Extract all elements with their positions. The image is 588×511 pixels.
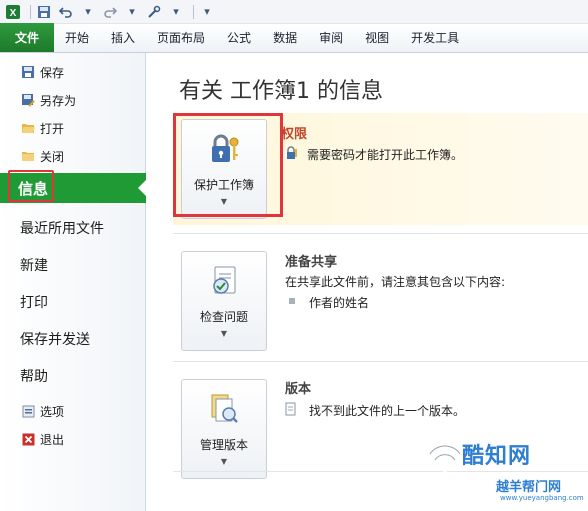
customize-icon[interactable] (145, 3, 163, 21)
versions-desc: 找不到此文件的上一个版本。 (309, 404, 466, 418)
tab-page-layout[interactable]: 页面布局 (146, 23, 216, 52)
watermark-url: www.yueyangbang.com (500, 494, 584, 502)
tab-insert[interactable]: 插入 (100, 23, 146, 52)
redo-dropdown-icon[interactable]: ▾ (123, 3, 141, 21)
nav-recent[interactable]: 最近所用文件 (0, 213, 146, 243)
save-icon (20, 64, 36, 80)
watermark: 酷知网 越羊帮门网 www.yueyangbang.com (410, 430, 588, 511)
nav-exit[interactable]: 退出 (0, 428, 146, 450)
tab-developer[interactable]: 开发工具 (400, 23, 470, 52)
nav-open[interactable]: 打开 (0, 117, 146, 139)
nav-open-label: 打开 (40, 121, 65, 136)
nav-options[interactable]: 选项 (0, 400, 146, 422)
undo-dropdown-icon[interactable]: ▾ (79, 3, 97, 21)
excel-icon: X (4, 3, 22, 21)
tab-view[interactable]: 视图 (354, 23, 400, 52)
inspect-document-icon (207, 264, 241, 298)
share-title: 准备共享 (285, 255, 338, 270)
page-title: 有关 工作簿1 的信息 (179, 79, 383, 104)
section-divider (173, 361, 588, 362)
nav-save[interactable]: 保存 (0, 61, 146, 83)
nav-help[interactable]: 帮助 (0, 361, 146, 391)
quick-access-toolbar: X ▾ ▾ ▾ ▾ (0, 0, 588, 24)
info-highlight-box (8, 170, 54, 202)
nav-save-send[interactable]: 保存并发送 (0, 324, 146, 354)
tab-file[interactable]: 文件 (0, 23, 54, 52)
nav-save-as[interactable]: 另存为 (0, 89, 146, 111)
section-divider (173, 233, 588, 234)
nav-new[interactable]: 新建 (0, 250, 146, 280)
share-desc: 在共享此文件前，请注意其包含以下内容: (285, 275, 506, 289)
nav-save-as-label: 另存为 (40, 93, 77, 108)
nav-exit-label: 退出 (40, 432, 65, 447)
versions-title: 版本 (285, 382, 312, 397)
check-issues-label: 检查问题 (199, 310, 248, 324)
share-bullet: 作者的姓名 (309, 296, 370, 310)
nav-options-label: 选项 (40, 404, 65, 419)
nav-close[interactable]: 关闭 (0, 145, 146, 167)
toolbar-separator (30, 4, 31, 19)
tab-review[interactable]: 审阅 (308, 23, 354, 52)
protect-highlight-box (173, 113, 283, 217)
permissions-desc: 需要密码才能打开此工作簿。 (307, 148, 464, 162)
close-folder-icon (20, 148, 36, 164)
watermark-name: 酷知网 (462, 444, 532, 469)
open-folder-icon (20, 120, 36, 136)
more-icon[interactable]: ▾ (198, 3, 216, 21)
svg-text:X: X (10, 8, 17, 19)
nav-save-label: 保存 (40, 65, 65, 80)
exit-icon (20, 431, 36, 447)
options-icon (20, 403, 36, 419)
check-issues-button[interactable]: 检查问题 ▼ (181, 251, 267, 351)
lock-small-icon (285, 145, 299, 164)
manage-versions-button[interactable]: 管理版本 ▼ (181, 379, 267, 479)
permissions-title: 权限 (281, 127, 308, 142)
watermark-sub: 越羊帮门网 (496, 480, 562, 495)
redo-icon[interactable] (101, 3, 119, 21)
chevron-down-icon: ▼ (220, 457, 228, 466)
backstage-nav: 保存 另存为 打开 关闭 信息 最近所用文件 新建 打印 保存并发送 帮助 选项… (0, 53, 146, 511)
nav-close-label: 关闭 (40, 149, 65, 164)
wifi-logo-icon (426, 438, 464, 482)
document-small-icon (285, 401, 297, 420)
tab-home[interactable]: 开始 (54, 23, 100, 52)
manage-versions-label: 管理版本 (199, 438, 248, 452)
versions-icon (207, 392, 241, 426)
customize-dropdown-icon[interactable]: ▾ (167, 3, 185, 21)
ribbon-tabs: 文件 开始 插入 页面布局 公式 数据 审阅 视图 开发工具 (0, 23, 588, 53)
chevron-down-icon: ▼ (220, 329, 228, 338)
tab-formulas[interactable]: 公式 (216, 23, 262, 52)
toolbar-separator (193, 4, 194, 19)
bullet-icon (289, 298, 295, 304)
undo-icon[interactable] (57, 3, 75, 21)
nav-print[interactable]: 打印 (0, 287, 146, 317)
save-icon[interactable] (35, 3, 53, 21)
tab-data[interactable]: 数据 (262, 23, 308, 52)
save-as-icon (20, 92, 36, 108)
